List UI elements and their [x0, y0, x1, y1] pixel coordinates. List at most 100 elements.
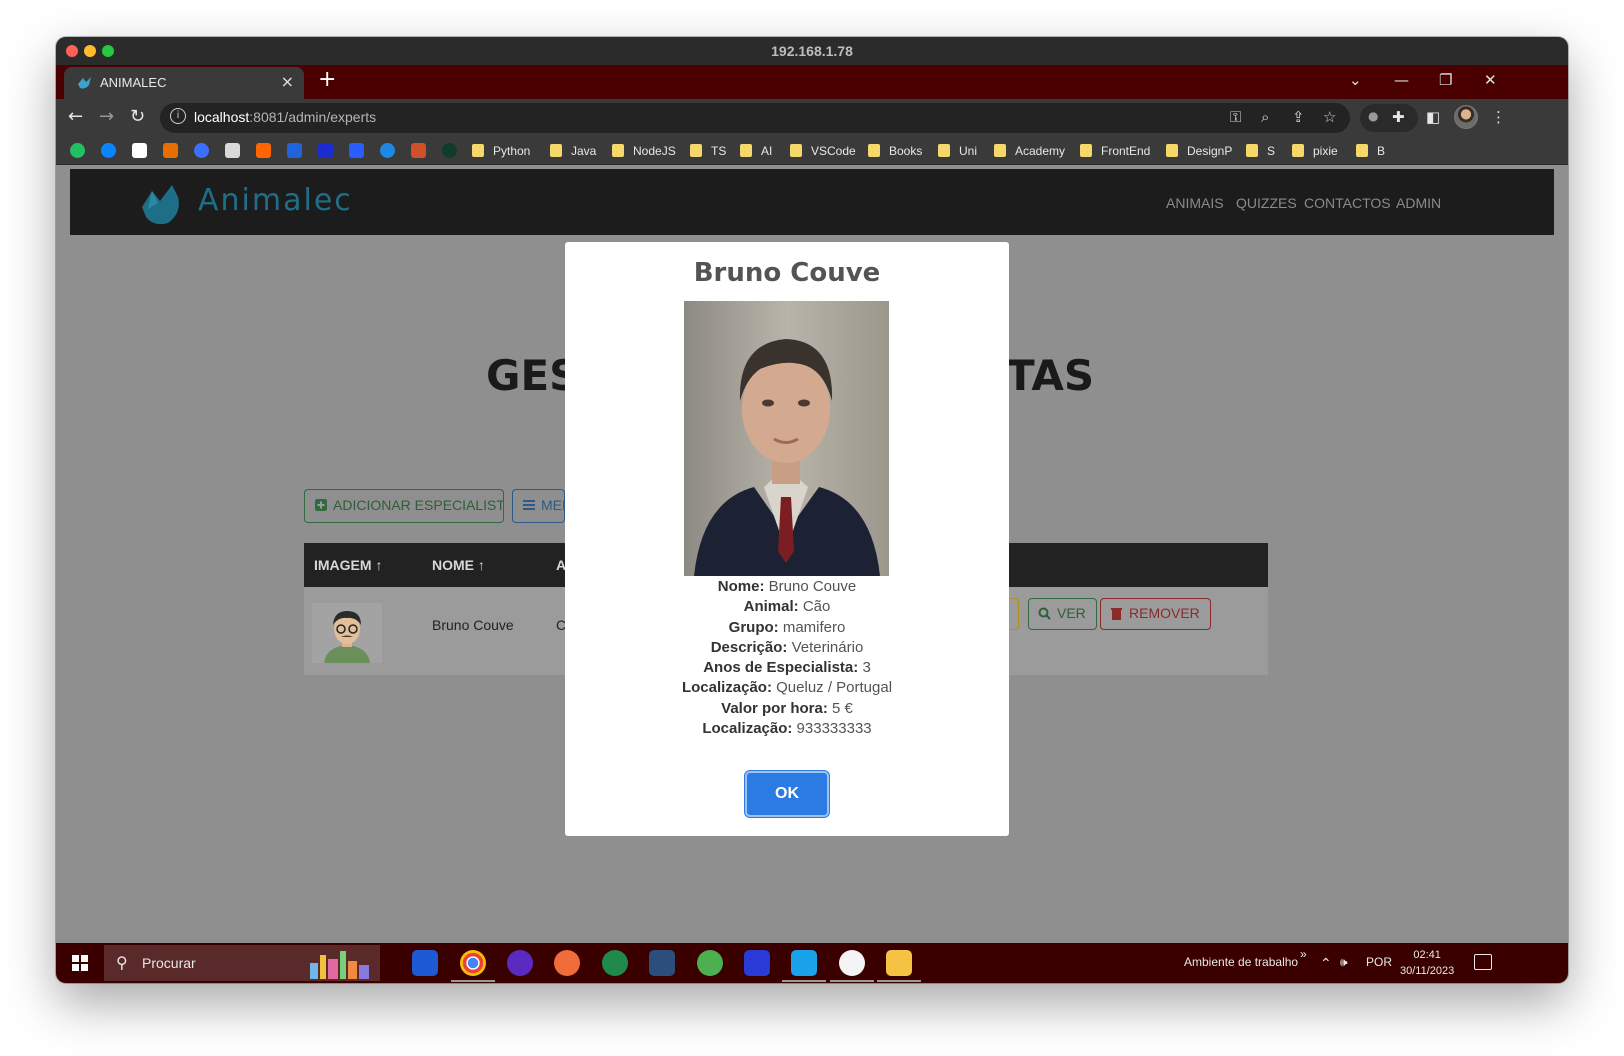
volume-icon[interactable]: 🕪 [1340, 955, 1348, 970]
key-icon[interactable]: ⚿ [1230, 108, 1241, 126]
toolbar-expand-icon[interactable]: » [1300, 947, 1307, 961]
clock[interactable]: 02:41 30/11/2023 [1400, 947, 1454, 979]
bookmark-star-icon[interactable]: ☆ [1323, 108, 1336, 126]
expert-avatar [312, 603, 382, 663]
modal-title: Bruno Couve [693, 258, 881, 288]
mongodb-app-icon[interactable] [839, 950, 865, 976]
col-name-header[interactable]: NOME ↑ [432, 557, 485, 573]
ycombinator-bookmark-icon[interactable] [256, 143, 271, 158]
zoom-icon[interactable]: ⌕ [1261, 108, 1269, 126]
trash-icon [1111, 608, 1122, 620]
menu-button[interactable]: MEN [512, 489, 565, 523]
share-icon[interactable]: ⇪ [1292, 108, 1305, 126]
desktop-label[interactable]: Ambiente de trabalho [1184, 955, 1298, 969]
postman-app-icon[interactable] [554, 950, 580, 976]
puzzle-icon[interactable]: ✚ [1392, 108, 1405, 126]
remove-button[interactable]: REMOVER [1100, 598, 1211, 630]
bookmark-folder[interactable]: Uni [938, 144, 977, 158]
n-bookmark-icon[interactable] [411, 143, 426, 158]
url-path: :8081/admin/experts [249, 109, 377, 125]
side-panel-icon[interactable]: ◧ [1426, 108, 1440, 126]
chrome-app-icon[interactable] [460, 950, 486, 976]
tor-app-icon[interactable] [507, 950, 533, 976]
bookmark-folder[interactable]: FrontEnd [1080, 144, 1150, 158]
brand-name[interactable]: Animalec [198, 183, 353, 218]
paypal-bookmark-icon[interactable] [287, 143, 302, 158]
tab-close-icon[interactable]: × [281, 72, 294, 91]
file-explorer-app-icon[interactable] [886, 950, 912, 976]
chevron-up-icon[interactable]: ⌃ [1320, 955, 1332, 972]
clock-time: 02:41 [1413, 949, 1441, 961]
bookmark-folder[interactable]: DesignP [1166, 144, 1232, 158]
bookmark-folder[interactable]: VSCode [790, 144, 856, 158]
bookmark-folder[interactable]: pixie [1292, 144, 1338, 158]
notification-icon[interactable] [1474, 954, 1492, 970]
tab-search-chevron-down-icon[interactable]: ⌄ [1349, 71, 1362, 89]
ok-button[interactable]: OK [745, 771, 829, 817]
folder-icon [690, 144, 702, 157]
nav-quizzes[interactable]: QUIZZES [1236, 195, 1297, 211]
info-line-phone: Localização: 933333333 [702, 720, 872, 738]
bookmark-folder[interactable]: Books [868, 144, 922, 158]
view-button[interactable]: VER [1028, 598, 1097, 630]
t-bookmark-icon[interactable] [318, 143, 333, 158]
webstorm-app-icon[interactable] [791, 950, 817, 976]
nav-animais[interactable]: ANIMAIS [1166, 195, 1224, 211]
info-line-description: Descrição: Veterinário [710, 638, 864, 656]
bookmark-folder[interactable]: Python [472, 144, 530, 158]
bookmark-folder[interactable]: AI [740, 144, 772, 158]
minimize-icon[interactable]: — [1394, 71, 1409, 89]
bookmark-folder[interactable]: Academy [994, 144, 1065, 158]
new-tab-button[interactable]: + [318, 67, 336, 92]
leaf-bookmark-icon[interactable] [442, 143, 457, 158]
add-expert-button[interactable]: ADICIONAR ESPECIALISTA [304, 489, 504, 523]
search-icon [1038, 607, 1051, 620]
cloud-bookmark-icon[interactable] [101, 143, 116, 158]
edit-button-edge[interactable] [1009, 598, 1019, 630]
reload-icon[interactable]: ↻ [130, 106, 145, 127]
language-indicator[interactable]: POR [1366, 955, 1392, 969]
info-line-location: Localização: Queluz / Portugal [681, 679, 893, 697]
bookmark-folder[interactable]: S [1246, 144, 1275, 158]
nav-contactos[interactable]: CONTACTOS [1304, 195, 1391, 211]
col-image-header[interactable]: IMAGEM ↑ [314, 557, 382, 573]
more-menu-icon[interactable]: ⋮ [1491, 108, 1506, 126]
todo-app-icon[interactable] [412, 950, 438, 976]
list-icon [523, 500, 535, 510]
profile-avatar[interactable] [1454, 105, 1478, 129]
extension-icon[interactable]: ● [1368, 109, 1378, 123]
expert-name-cell: Bruno Couve [432, 617, 514, 633]
taskbar-search-box[interactable]: ⚲ Procurar [104, 945, 380, 981]
browser-toolbar: ← → ↻ i localhost:8081/admin/experts ⚿ ⌕… [56, 99, 1568, 137]
forward-arrow-icon[interactable]: → [99, 106, 114, 127]
bookmark-folder[interactable]: NodeJS [612, 144, 676, 158]
info-line-years: Anos de Especialista: 3 [703, 659, 871, 677]
title-bar: 192.168.1.78 [56, 37, 1568, 65]
java-bookmark-icon[interactable] [163, 143, 178, 158]
restore-icon[interactable]: ❐ [1439, 71, 1452, 89]
nav-admin[interactable]: ADMIN [1396, 195, 1441, 211]
address-bar[interactable]: i localhost:8081/admin/experts ⚿ ⌕ ⇪ ☆ [160, 103, 1350, 133]
windows-start-icon[interactable] [72, 955, 88, 971]
search-bookmark-icon[interactable] [225, 143, 240, 158]
mail-bookmark-icon[interactable] [194, 143, 209, 158]
folder-icon [1356, 144, 1368, 157]
whatsapp-bookmark-icon[interactable] [70, 143, 85, 158]
workbench-app-icon[interactable] [649, 950, 675, 976]
back-arrow-icon[interactable]: ← [68, 106, 83, 127]
spring-app-icon[interactable] [697, 950, 723, 976]
k-bookmark-icon[interactable] [349, 143, 364, 158]
animalec-logo-icon[interactable] [138, 183, 188, 227]
bookmark-folder[interactable]: B [1356, 144, 1385, 158]
bookmark-folder[interactable]: TS [690, 144, 726, 158]
intellij-app-icon[interactable] [744, 950, 770, 976]
gmail-bookmark-icon[interactable] [132, 143, 147, 158]
page-title-right: TAS [1006, 351, 1095, 400]
close-icon[interactable]: ✕ [1484, 71, 1497, 89]
folder-icon [1292, 144, 1304, 157]
hs-app-icon[interactable] [602, 950, 628, 976]
bookmark-folder[interactable]: Java [550, 144, 596, 158]
refresh-bookmark-icon[interactable] [380, 143, 395, 158]
tab-animalec[interactable]: ANIMALEC × [64, 67, 304, 99]
site-info-icon[interactable]: i [170, 108, 186, 124]
